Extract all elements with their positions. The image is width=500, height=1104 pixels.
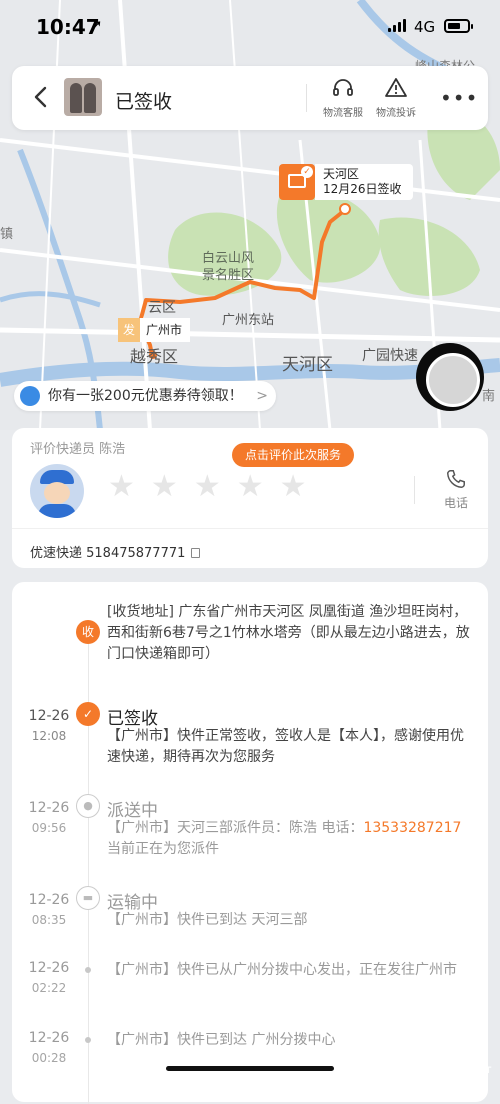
product-thumbnail[interactable] <box>64 78 102 116</box>
tracking-number-row[interactable]: 优速快递 518475877771 <box>30 542 201 561</box>
event-date: 12-26 09:56 <box>28 800 70 835</box>
coupon-text: 你有一张200元优惠券待领取！ <box>48 388 243 404</box>
svg-text:白云山风: 白云山风 <box>202 250 254 265</box>
phone-label: 电话 <box>443 496 468 510</box>
copy-icon[interactable] <box>191 548 201 558</box>
location-rider-button[interactable] <box>416 343 484 411</box>
checkmark-icon: ✓ <box>76 702 100 726</box>
event-date: 12-26 08:35 <box>28 892 70 927</box>
top-header-card: 已签收 物流客服 物流投诉 ••• <box>12 66 488 130</box>
star-icon[interactable]: ★ <box>151 472 178 502</box>
origin-label: 广州市 <box>140 318 190 342</box>
event-date: 12-26 02:22 <box>28 960 70 995</box>
more-icon[interactable]: ••• <box>440 86 478 110</box>
call-courier-button[interactable]: 电话 <box>436 468 476 511</box>
courier-avatar <box>30 464 84 518</box>
star-icon[interactable]: ★ <box>108 472 135 502</box>
svg-text:镇: 镇 <box>0 226 13 241</box>
event-text: 【广州市】天河三部派件员：陈浩 电话：13533287217 当前正在为您派件 <box>107 820 462 857</box>
rate-service-button[interactable]: 点击评价此次服务 <box>232 443 354 467</box>
svg-text:越秀区: 越秀区 <box>130 348 178 366</box>
logistics-service-button[interactable]: 物流客服 <box>315 74 371 119</box>
chevron-right-icon: > <box>256 388 268 404</box>
location-arrow-icon: ➚ <box>90 16 103 34</box>
headset-icon <box>333 79 353 96</box>
phone-divider <box>414 476 415 504</box>
courier-phone-link[interactable]: 13533287217 <box>363 820 461 836</box>
receive-badge: 收 <box>76 620 100 644</box>
svg-text:南: 南 <box>482 388 495 403</box>
svg-text:云区: 云区 <box>148 299 176 315</box>
logistics-complaint-button[interactable]: 物流投诉 <box>368 74 424 119</box>
package-icon: ✓ <box>279 164 315 200</box>
back-arrow-icon[interactable] <box>28 84 54 110</box>
coupon-banner[interactable]: 你有一张200元优惠券待领取！ > <box>14 381 276 411</box>
tracking-number: 优速快递 518475877771 <box>30 546 186 561</box>
signal-icon <box>388 19 406 32</box>
network-type: 4G <box>414 18 436 36</box>
destination-subtitle: 12月26日签收 <box>323 182 402 196</box>
timeline-dot <box>85 967 91 973</box>
event-text: 【广州市】快件正常签收，签收人是【本人】，感谢使用优速快递，期待再次为您服务 <box>107 728 464 765</box>
service-label: 物流客服 <box>323 108 363 119</box>
svg-text:天河区: 天河区 <box>282 355 333 374</box>
origin-badge: 发 <box>118 318 140 342</box>
event-text: 【广州市】快件已从广州分拨中心发出，正在发往广州市 <box>107 962 457 978</box>
home-indicator <box>166 1066 334 1071</box>
star-icon[interactable]: ★ <box>194 472 221 502</box>
phone-icon <box>447 470 465 488</box>
page-title: 已签收 <box>115 91 173 113</box>
watermark-logo: 黑猫 BLACK CAT <box>434 1042 492 1076</box>
event-text: 【广州市】快件已到达 天河三部 <box>107 912 308 928</box>
battery-icon <box>444 19 473 33</box>
status-bar: 10:47 ➚ 4G <box>0 0 500 56</box>
complaint-label: 物流投诉 <box>376 108 416 119</box>
timeline-dot <box>85 1037 91 1043</box>
rating-stars[interactable]: ★ ★ ★ ★ ★ <box>108 472 307 502</box>
star-icon[interactable]: ★ <box>280 472 307 502</box>
event-date: 12-26 00:28 <box>28 1030 70 1065</box>
map-view[interactable]: 白云山风 景名胜区 广州东站 天河区 广园快速 越秀区 云区 峰山森林公 镇 南… <box>0 0 500 430</box>
person-icon: ● <box>76 794 100 818</box>
svg-text:广园快速: 广园快速 <box>362 347 418 363</box>
destination-title: 天河区 <box>323 167 360 181</box>
event-date: 12-26 12:08 <box>28 708 70 743</box>
courier-label: 评价快递员 陈浩 <box>30 442 126 457</box>
svg-text:广州东站: 广州东站 <box>222 312 274 327</box>
card-divider <box>12 528 488 529</box>
warning-icon <box>385 78 407 97</box>
svg-text:景名胜区: 景名胜区 <box>202 267 254 282</box>
address-text: [收货地址] 广东省广州市天河区 凤凰街道 渔沙坦旺岗村，西和街新6巷7号之1竹… <box>107 604 470 662</box>
header-divider <box>306 84 307 112</box>
star-icon[interactable]: ★ <box>237 472 264 502</box>
coupon-icon <box>20 386 40 406</box>
courier-card: 评价快递员 陈浩 点击评价此次服务 ★ ★ ★ ★ ★ 电话 优速快递 51847587… <box>12 428 488 568</box>
timeline-card: 收 [收货地址] 广东省广州市天河区 凤凰街道 渔沙坦旺岗村，西和街新6巷7号之… <box>12 582 488 1104</box>
truck-icon: ▬ <box>76 886 100 910</box>
